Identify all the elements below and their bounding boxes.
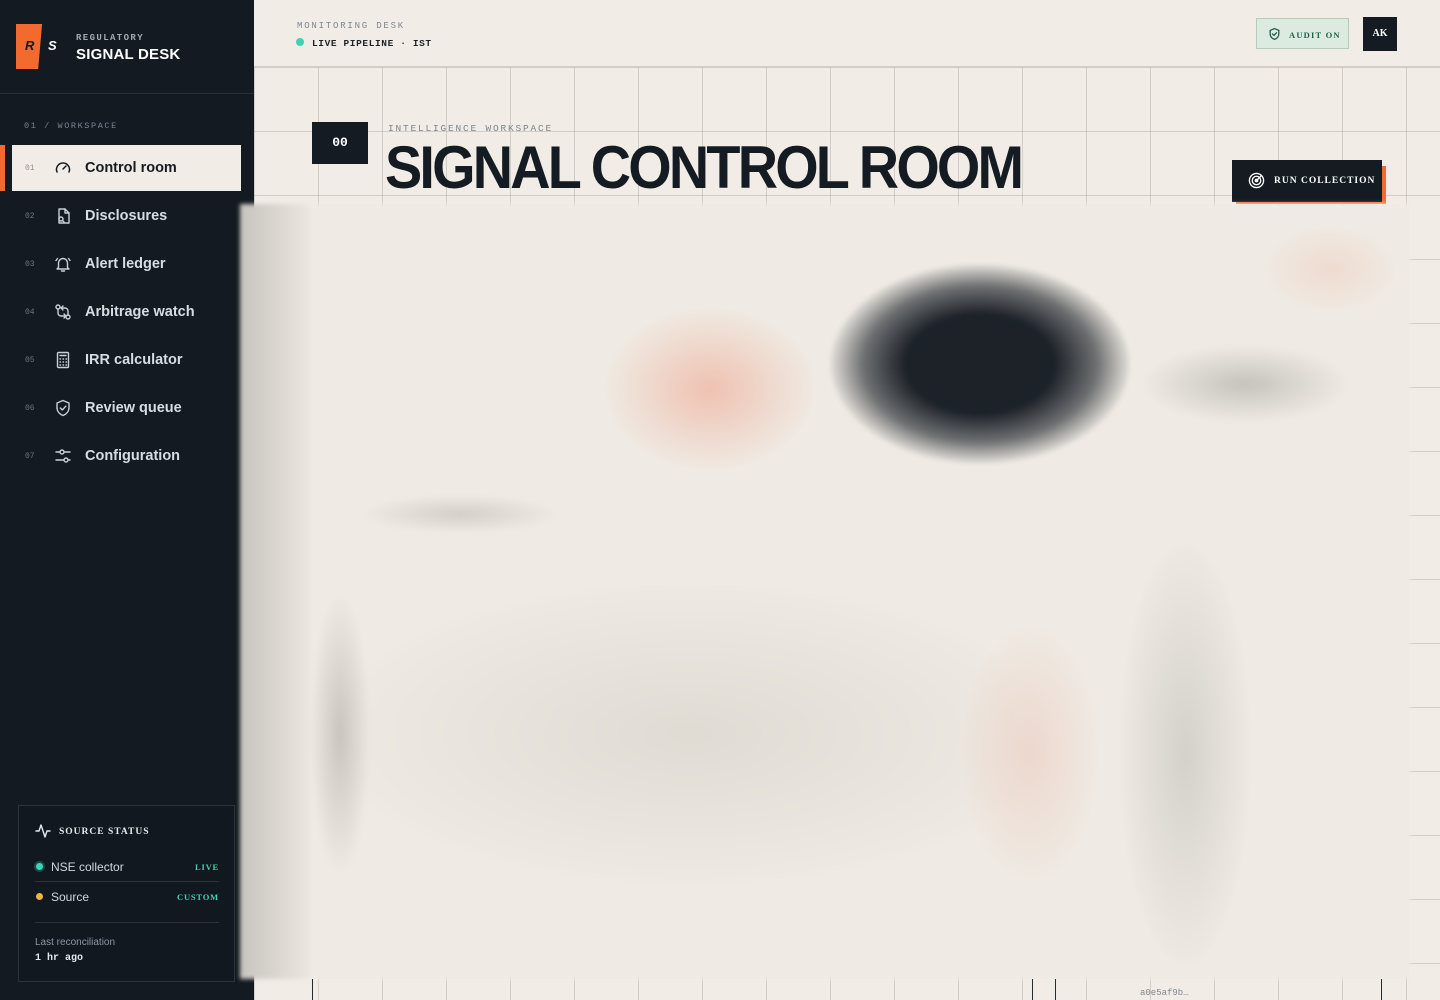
topbar: MONITORING DESK LIVE PIPELINE · IST AUDI… (254, 0, 1440, 67)
status-dot (36, 863, 43, 870)
sidebar-item-configuration[interactable]: 07 Configuration (12, 433, 241, 479)
panel-border (312, 979, 313, 1000)
status-badge: CUSTOM (177, 892, 219, 902)
brand-header: R S REGULATORY SIGNAL DESK (0, 0, 254, 94)
nav-label: Review queue (85, 400, 182, 416)
sidebar: R S REGULATORY SIGNAL DESK 01 / WORKSPAC… (0, 0, 254, 1000)
brand-eyebrow: REGULATORY (76, 33, 145, 43)
last-reconciliation-label: Last reconciliation (35, 937, 116, 948)
pipeline-status: LIVE PIPELINE · IST (312, 38, 432, 49)
sidebar-item-control-room[interactable]: 01 Control room (12, 145, 241, 191)
activity-icon (35, 824, 51, 838)
nav-label: Disclosures (85, 208, 168, 224)
audit-toggle[interactable]: AUDIT ON (1256, 18, 1349, 49)
section-number: 00 (312, 122, 368, 164)
last-reconciliation-value: 1 hr ago (35, 953, 84, 964)
status-badge: LIVE (195, 862, 219, 872)
source-row-nse: NSE collector LIVE (35, 852, 219, 882)
nav-number: 05 (25, 356, 35, 365)
sidebar-item-arbitrage-watch[interactable]: 04 Arbitrage watch (12, 289, 241, 335)
nav-number: 03 (25, 260, 35, 269)
source-row-custom: Source CUSTOM (35, 882, 219, 923)
run-collection-label: RUN COLLECTION (1274, 176, 1376, 186)
sidebar-item-alert-ledger[interactable]: 03 Alert ledger (12, 241, 241, 287)
document-search-icon (58, 208, 70, 224)
run-collection-button[interactable]: RUN COLLECTION (1232, 160, 1382, 202)
brand-name: SIGNAL DESK (76, 46, 181, 63)
sidebar-item-disclosures[interactable]: 02 Disclosures (12, 193, 241, 239)
nav-number: 02 (25, 212, 35, 221)
sidebar-item-irr-calculator[interactable]: 05 IRR calculator (12, 337, 241, 383)
page-title: SIGNAL CONTROL ROOM (385, 134, 1024, 201)
sidebar-item-review-queue[interactable]: 06 Review queue (12, 385, 241, 431)
desk-label: MONITORING DESK (297, 21, 406, 31)
workspace-section-label: 01 / WORKSPACE (24, 121, 118, 131)
nav-number: 06 (25, 404, 35, 413)
nav-label: Alert ledger (85, 256, 166, 272)
gauge-icon (55, 162, 71, 173)
blurred-overlay (240, 204, 1410, 979)
source-name: NSE collector (51, 860, 124, 874)
bell-icon (55, 257, 71, 272)
brand-logo[interactable]: R S (16, 24, 65, 69)
logo-letter-s: S (48, 38, 57, 53)
live-indicator-dot (296, 38, 304, 46)
nav-label: Arbitrage watch (85, 304, 195, 320)
panel-border (1381, 979, 1382, 1000)
nav-number: 01 (25, 164, 35, 173)
shield-check-icon (1269, 27, 1280, 41)
logo-letter-r: R (25, 38, 35, 53)
nav-number: 04 (25, 308, 35, 317)
commit-hash: a0e5af9b… (1140, 988, 1189, 998)
calculator-icon (56, 351, 70, 369)
nav-label: IRR calculator (85, 352, 183, 368)
panel-border (1055, 979, 1056, 1000)
panel-border (1032, 979, 1033, 1000)
source-name: Source (51, 890, 90, 904)
status-dot (36, 893, 43, 900)
source-status-card: SOURCE STATUS NSE collector LIVE Source … (18, 805, 235, 982)
source-status-title: SOURCE STATUS (59, 827, 150, 837)
radar-icon (1248, 172, 1265, 189)
sliders-icon (55, 449, 71, 463)
nav-number: 07 (25, 452, 35, 461)
avatar[interactable]: AK (1363, 17, 1397, 51)
shield-check-icon (56, 399, 70, 417)
nav-label: Control room (85, 160, 177, 176)
nav-label: Configuration (85, 448, 181, 464)
audit-label: AUDIT ON (1289, 30, 1341, 40)
swap-routes-icon (55, 304, 71, 320)
active-nav-marker (0, 145, 5, 191)
